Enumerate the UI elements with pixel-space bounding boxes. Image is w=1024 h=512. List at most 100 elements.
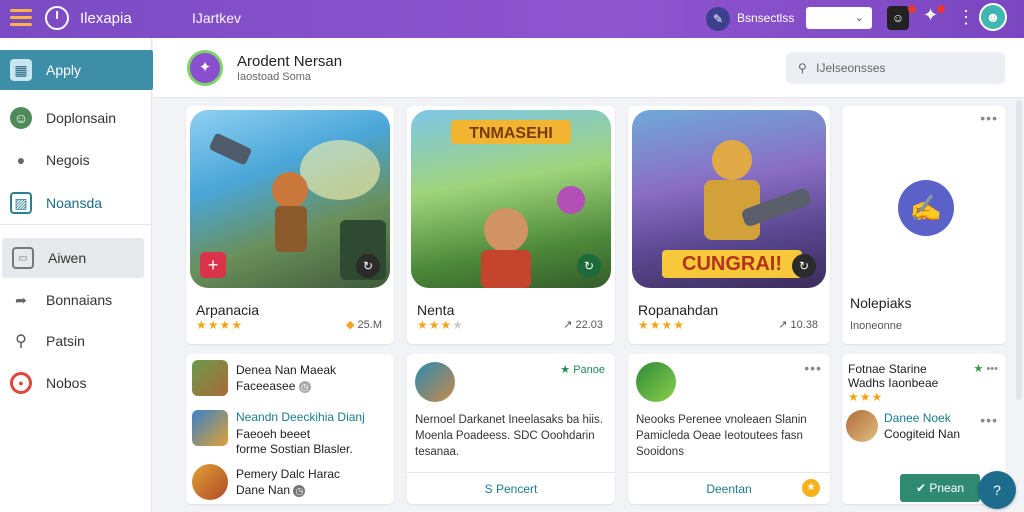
search-placeholder: IJelseonsses: [816, 61, 886, 75]
list-item-title[interactable]: Denea Nan Maeak: [236, 363, 336, 377]
list-item-sub: Coogiteid Nan: [884, 427, 961, 441]
user-avatar-icon[interactable]: ☺: [887, 6, 909, 30]
list-card: ★ Panoe Nernoel Darkanet Ineelasaks ba h…: [407, 354, 615, 504]
game-card[interactable]: CUNGRAI! ↻ Ropanahdan ★★★★ ↗ 10.38: [628, 106, 830, 344]
refresh-icon[interactable]: ↻: [792, 254, 816, 278]
star-icon: ★ •••: [973, 363, 998, 375]
refresh-icon[interactable]: ↻: [356, 254, 380, 278]
card-meta: ↗ 22.03: [563, 319, 603, 331]
menu-icon[interactable]: [10, 9, 32, 27]
coin-icon[interactable]: ★: [802, 479, 820, 497]
more-horizontal-icon[interactable]: •••: [980, 412, 998, 428]
trend-icon: ↗: [778, 319, 788, 331]
search-icon: ⚲: [798, 61, 807, 75]
profile-avatar[interactable]: ☻: [979, 3, 1007, 31]
rating-stars: ★★★★: [638, 318, 686, 332]
bell-icon[interactable]: ✦: [923, 5, 938, 26]
sidebar-item-label: Noansda: [46, 195, 103, 211]
account-icon[interactable]: ✎: [706, 7, 730, 31]
game-thumbnail[interactable]: + ↻: [190, 110, 390, 288]
search-icon: ⚲: [15, 333, 27, 350]
card-title: Nenta: [417, 302, 455, 318]
card-meta: Inoneonne: [850, 320, 902, 332]
list-item-title[interactable]: Danee Noek: [884, 411, 951, 425]
game-card[interactable]: TNMASEHI ↻ Nenta ★★★★ ↗ 22.03: [407, 106, 615, 344]
sidebar-item-aiwen[interactable]: ▭ Aiwen: [2, 238, 144, 278]
avatar-icon: ☺: [10, 107, 32, 129]
sidebar-item-label: Aiwen: [48, 250, 87, 266]
scrollbar[interactable]: [1016, 100, 1022, 400]
game-card[interactable]: ••• ✍ Nolepiaks Inoneonne: [842, 106, 1006, 344]
refresh-icon[interactable]: ↻: [577, 254, 601, 278]
sidebar-item-label: Bonnaians: [46, 292, 113, 308]
list-item-sub: Wadhs Iaonbeae: [848, 376, 939, 390]
sidebar-item-label: Negois: [46, 152, 90, 168]
sidebar-item-nobos[interactable]: ● Nobos: [0, 363, 152, 403]
user-avatar[interactable]: [846, 410, 878, 442]
sidebar-item-apply[interactable]: ▦ Apply: [0, 50, 164, 90]
nav-link[interactable]: IJartkev: [192, 10, 241, 26]
app-icon: ✍: [898, 180, 954, 236]
game-avatar[interactable]: [636, 362, 676, 402]
game-avatar[interactable]: [192, 410, 228, 446]
notification-dot: [937, 5, 945, 13]
list-item-line: Faeoeh beeet: [236, 427, 311, 441]
rating-stars: ★★★★: [196, 318, 244, 332]
search-input[interactable]: ⚲ IJelseonsses: [786, 52, 1005, 84]
game-thumbnail[interactable]: CUNGRAI! ↻: [632, 110, 826, 288]
status-badge: ★ Panoe: [560, 364, 605, 376]
card-description: Neooks Perenee vnoleaen Slanin Pamicleda…: [636, 414, 807, 458]
game-avatar[interactable]: [415, 362, 455, 402]
list-item-sub: Dane Nan ◷: [236, 483, 306, 497]
sidebar-item-noansda[interactable]: ▨ Noansda: [0, 183, 152, 223]
sidebar-item-label: Patsin: [46, 333, 85, 349]
sidebar-item-negois[interactable]: ● Negois: [0, 140, 152, 180]
rating-stars: ★★★: [848, 390, 884, 404]
page-title: Arodent Nersan: [237, 53, 343, 70]
card-action-button[interactable]: S Pencert: [407, 472, 615, 504]
image-icon: ▨: [10, 192, 32, 214]
card-title: Ropanahdan: [638, 302, 719, 318]
list-item-title[interactable]: Pemery Dalc Harac: [236, 467, 340, 481]
list-item-title[interactable]: Neandn Deeckihia Dianj: [236, 410, 365, 424]
game-thumbnail[interactable]: TNMASEHI ↻: [411, 110, 611, 288]
tag-icon: ◆: [346, 319, 355, 331]
clock-icon[interactable]: [45, 6, 69, 30]
list-item-title[interactable]: Fotnae Starine: [848, 362, 927, 376]
card-title: Nolepiaks: [850, 295, 912, 311]
content-header: ✦ Arodent Nersan Iaostoad Soma ⚲ IJelseo…: [153, 38, 1024, 98]
sidebar-item-patsin[interactable]: ⚲ Patsin: [0, 321, 152, 361]
help-fab-icon[interactable]: ?: [978, 471, 1016, 509]
check-icon: ✔: [915, 481, 926, 495]
sidebar-divider: [0, 224, 152, 225]
clock-icon: ◷: [293, 485, 306, 497]
topbar-select[interactable]: ⌄: [806, 7, 872, 29]
account-label[interactable]: Bsnsectlss: [737, 11, 794, 25]
game-avatar[interactable]: [192, 464, 228, 500]
primary-action-button[interactable]: ✔ Pnean: [900, 474, 980, 502]
list-card: Denea Nan Maeak Faceeasee ◷ Neandn Deeck…: [186, 354, 394, 504]
sidebar-item-label: Doplonsain: [46, 110, 117, 126]
game-avatar[interactable]: [192, 360, 228, 396]
sidebar-item-label: Nobos: [46, 375, 87, 391]
clock-icon: ◷: [298, 381, 311, 393]
card-meta: ◆ 25.M: [346, 319, 382, 331]
top-bar: Ilexapia IJartkev ✎ Bsnsectlss ⌄ ☺ ✦ ⋮ ☻: [0, 0, 1024, 38]
more-vertical-icon[interactable]: ⋮: [957, 7, 975, 28]
plus-icon[interactable]: +: [200, 252, 226, 278]
game-card[interactable]: + ↻ Arpanacia ★★★★ ◆ 25.M: [186, 106, 394, 344]
app-brand: Ilexapia: [80, 10, 132, 27]
sidebar-item-bonnaians[interactable]: ➦ Bonnaians: [0, 280, 152, 320]
rating-stars: ★★★★: [417, 318, 465, 332]
card-description: Nernoel Darkanet Ineelasaks ba hiis. Moe…: [415, 414, 603, 458]
star-icon: ★: [560, 364, 571, 376]
more-horizontal-icon[interactable]: •••: [980, 110, 998, 126]
list-card: ••• Neooks Perenee vnoleaen Slanin Pamic…: [628, 354, 830, 504]
app-logo-icon: ✦: [187, 50, 223, 86]
game-banner-text: CUNGRAI!: [682, 253, 782, 275]
sidebar-item-doplonsain[interactable]: ☺ Doplonsain: [0, 98, 152, 138]
card-action-button[interactable]: Deentan: [628, 472, 830, 504]
game-banner-text: TNMASEHI: [469, 125, 553, 142]
more-horizontal-icon[interactable]: •••: [804, 360, 822, 376]
circle-icon: ●: [10, 372, 32, 394]
